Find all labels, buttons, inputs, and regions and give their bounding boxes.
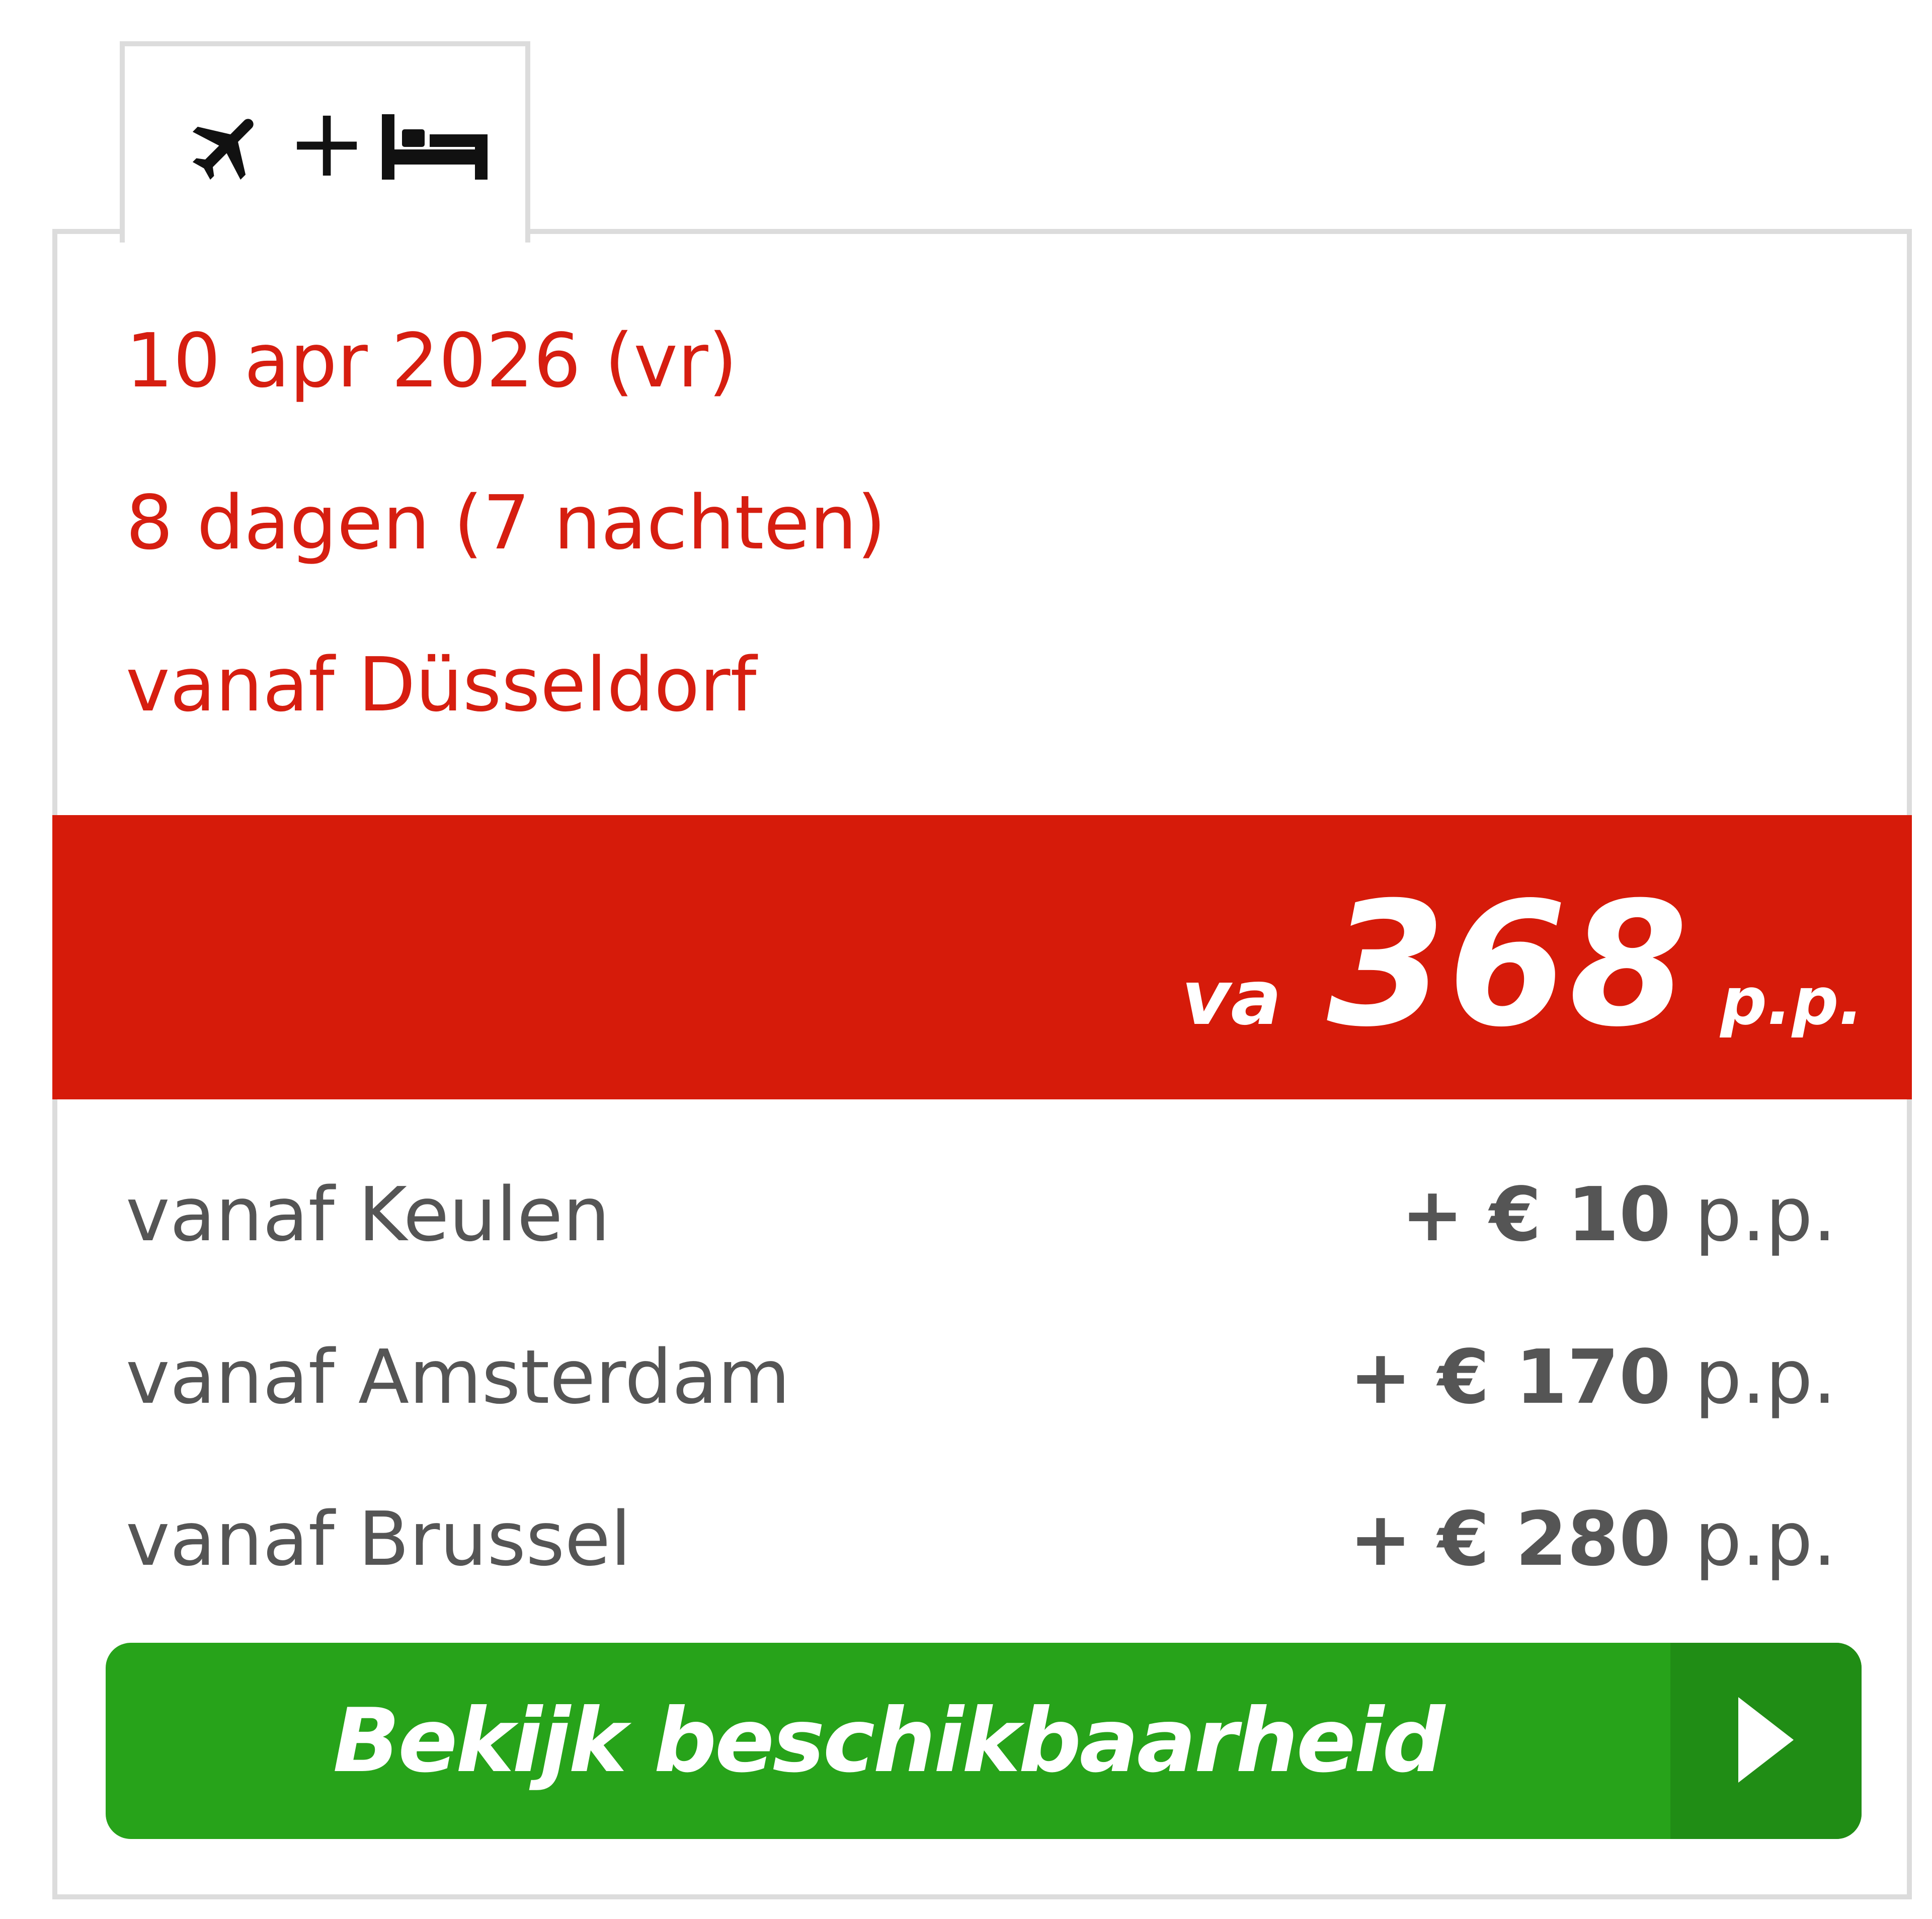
surcharge-amount: + € 10 (1401, 1171, 1671, 1258)
price-prefix: va (1181, 954, 1282, 1042)
surcharge-unit: p.p. (1695, 1334, 1836, 1420)
airplane-icon (185, 104, 271, 190)
alternative-departure-row: vanaf Keulen + € 10 p.p. (126, 1177, 1836, 1252)
view-availability-label: Bekijk beschikbaarheid (333, 1690, 1445, 1792)
alternative-surcharge: + € 10 p.p. (1401, 1177, 1836, 1252)
product-type-tab[interactable]: + (120, 41, 530, 243)
view-availability-button[interactable]: Bekijk beschikbaarheid (106, 1643, 1862, 1839)
alternative-departure-label: vanaf Brussel (126, 1496, 631, 1582)
cta-arrow-area[interactable] (1670, 1643, 1862, 1839)
price: va 368 p.p. (1181, 865, 1864, 1065)
alternative-departure-row: vanaf Amsterdam + € 170 p.p. (126, 1340, 1836, 1414)
bed-icon (382, 114, 488, 180)
price-amount: 368 (1327, 865, 1691, 1065)
trip-duration: 8 dagen (7 nachten) (126, 479, 886, 566)
offer-card: 10 apr 2026 (vr) 8 dagen (7 nachten) van… (52, 229, 1912, 1899)
tab-icons: + (185, 95, 488, 192)
alternative-departure-row: vanaf Brussel + € 280 p.p. (126, 1502, 1836, 1576)
alternative-departure-label: vanaf Amsterdam (126, 1334, 790, 1420)
surcharge-unit: p.p. (1695, 1171, 1836, 1258)
surcharge-amount: + € 170 (1349, 1334, 1671, 1420)
surcharge-unit: p.p. (1695, 1496, 1836, 1582)
departure-airport: vanaf Düsseldorf (126, 642, 757, 728)
plus-sign: + (287, 87, 367, 198)
play-arrow-icon (1738, 1697, 1794, 1785)
surcharge-amount: + € 280 (1349, 1496, 1671, 1582)
alternative-surcharge: + € 280 p.p. (1349, 1502, 1836, 1576)
alternative-surcharge: + € 170 p.p. (1349, 1340, 1836, 1414)
price-suffix: p.p. (1720, 963, 1864, 1040)
price-banner: va 368 p.p. (52, 815, 1912, 1099)
departure-date: 10 apr 2026 (vr) (126, 317, 738, 404)
alternative-departure-label: vanaf Keulen (126, 1171, 610, 1258)
